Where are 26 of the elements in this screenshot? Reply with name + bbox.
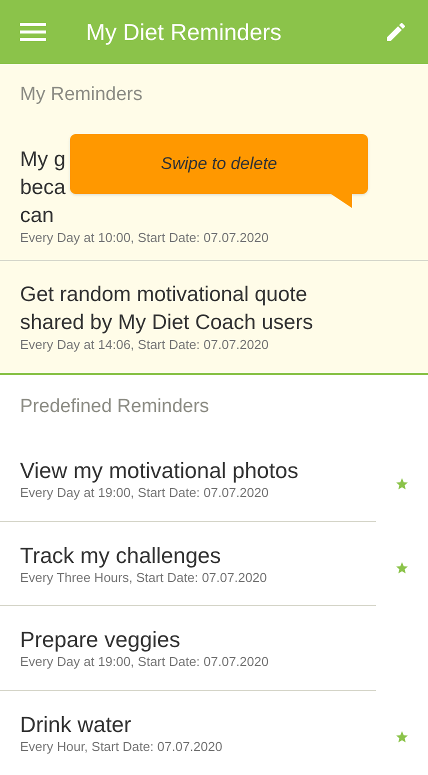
reminder-schedule: Every Day at 10:00, Start Date: 07.07.2020 — [20, 230, 269, 246]
reminder-title: can — [20, 203, 54, 229]
reminder-schedule: Every Hour, Start Date: 07.07.2020 — [20, 738, 222, 755]
reminder-title: View my motivational photos — [20, 457, 298, 486]
reminder-schedule: Every Day at 19:00, Start Date: 07.07.2020 — [20, 485, 269, 502]
reminder-item[interactable]: Drink water Every Hour, Start Date: 07.07.2020 — [0, 690, 376, 775]
reminder-item[interactable]: View my motivational photos Every Day at 19:00, Start Date: 07.07.2020 — [0, 438, 376, 522]
reminder-title: Track my challenges — [20, 542, 221, 570]
screen-title: My Diet Reminders — [86, 18, 283, 47]
reminder-item[interactable]: Prepare veggies Every Day at 19:00, Start Date: 07.07.2020 — [0, 606, 376, 691]
reminder-schedule: Every Day at 14:06, Start Date: 07.07.2020 — [20, 337, 269, 353]
reminder-schedule: Every Day at 19:00, Start Date: 07.07.2020 — [20, 654, 269, 670]
section-heading: My Reminders — [20, 82, 142, 107]
menu-icon[interactable] — [20, 22, 46, 42]
reminder-title: beca — [20, 175, 66, 201]
reminder-item[interactable]: Get random motivational quote shared by My Diet Coach users Every Day at 14:06, Start Date: 07.07.2020 — [0, 261, 428, 373]
reminder-title: Get random motivational quote — [20, 282, 308, 308]
tooltip-text: Swipe to delete — [160, 153, 278, 176]
section-heading: Predefined Reminders — [20, 394, 210, 419]
reminder-title: shared by My Diet Coach users — [20, 310, 313, 336]
reminder-title: Prepare veggies — [20, 626, 180, 654]
reminder-item[interactable]: Track my challenges Every Three Hours, Start Date: 07.07.2020 — [0, 522, 376, 606]
pencil-icon[interactable] — [384, 20, 408, 44]
reminder-title: Drink water — [20, 710, 132, 739]
reminder-schedule: Every Three Hours, Start Date: 07.07.2020 — [20, 570, 267, 586]
reminder-title: My g — [20, 147, 66, 173]
